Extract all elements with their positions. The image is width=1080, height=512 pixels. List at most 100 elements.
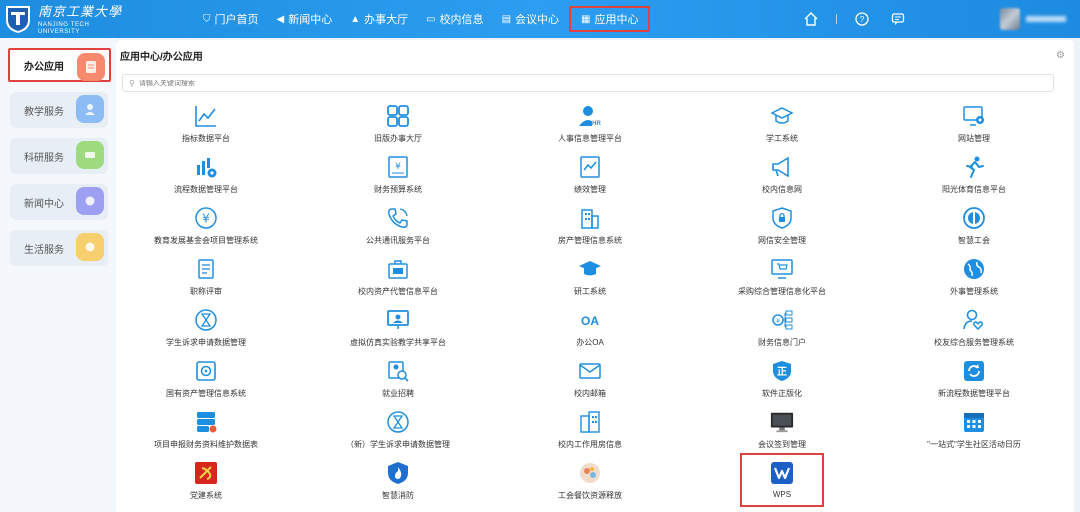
app-tile[interactable]: 项目申报财务资料维护数据表 — [116, 410, 296, 458]
sidebar-item-life[interactable]: 生活服务 — [10, 230, 108, 266]
doc-list-icon — [194, 257, 218, 281]
wps-icon — [770, 461, 794, 485]
app-tile[interactable]: 新流程数据管理平台 — [884, 359, 1064, 407]
nav-news-center[interactable]: ◀ 新闻中心 — [269, 6, 341, 32]
sidebar-item-label: 新闻中心 — [24, 198, 64, 210]
graduation-icon — [770, 104, 794, 128]
sidebar-item-office[interactable]: 办公应用 — [8, 48, 111, 82]
app-label: 外事管理系统 — [950, 287, 998, 296]
app-tile[interactable]: WPS — [740, 453, 824, 507]
app-label: 教育发展基金会项目管理系统 — [154, 236, 258, 245]
fire-shield-icon — [386, 461, 410, 485]
app-tile[interactable]: 校内邮箱 — [500, 359, 680, 407]
db-edit-icon — [194, 410, 218, 434]
logo-en-1: NANJING TECH — [38, 22, 90, 28]
nav-campus-info[interactable]: ▭ 校内信息 — [418, 6, 491, 32]
app-tile[interactable]: 职称评审 — [116, 257, 296, 305]
app-tile[interactable]: 网信安全管理 — [692, 206, 872, 254]
svg-text:正: 正 — [777, 366, 787, 378]
app-tile[interactable]: 绩效管理 — [500, 155, 680, 203]
sidebar-item-teaching[interactable]: 教学服务 — [10, 92, 108, 128]
app-label: 采购综合管理信息化平台 — [738, 287, 826, 296]
megaphone-icon — [770, 155, 794, 179]
chart-line-icon — [194, 104, 218, 128]
building-icon — [578, 206, 602, 230]
app-tile[interactable]: OA 办公OA — [500, 308, 680, 356]
app-tile[interactable]: 国有资产管理信息系统 — [116, 359, 296, 407]
feedback-icon[interactable] — [887, 8, 909, 30]
app-tile[interactable]: 正软件正版化 — [692, 359, 872, 407]
chart-doc-icon — [578, 155, 602, 179]
app-tile[interactable]: 流程数据管理平台 — [116, 155, 296, 203]
university-logo[interactable] — [4, 4, 32, 34]
app-tile[interactable]: 就业招聘 — [308, 359, 488, 407]
sidebar-item-news[interactable]: 新闻中心 — [10, 184, 108, 220]
sidebar-item-label: 办公应用 — [24, 61, 64, 73]
app-tile[interactable]: 学工系统 — [692, 104, 872, 152]
app-tile[interactable]: 虚拟仿真实验教学共享平台 — [308, 308, 488, 356]
search-input[interactable] — [138, 79, 439, 87]
app-label: 阳光体育信息平台 — [942, 185, 1006, 194]
yen-doc-icon: ¥ — [386, 155, 410, 179]
app-label: 职称评审 — [190, 287, 222, 296]
app-tile[interactable]: 智慧工会 — [884, 206, 1064, 254]
phone-icon — [386, 206, 410, 230]
app-tile[interactable]: 会议签到管理 — [692, 410, 872, 458]
app-tile[interactable]: ¥ 财务信息门户 — [692, 308, 872, 356]
app-tile[interactable]: 智慧消防 — [308, 461, 488, 509]
nav-app-center[interactable]: ▦ 应用中心 — [569, 6, 651, 32]
app-tile[interactable]: 指标数据平台 — [116, 104, 296, 152]
app-tile[interactable]: 校内工作用房信息 — [500, 410, 680, 458]
app-tile[interactable]: 校友综合服务管理系统 — [884, 308, 1064, 356]
app-tile[interactable]: 采购综合管理信息化平台 — [692, 257, 872, 305]
shield-icon: ⛉ — [203, 13, 211, 25]
avatar[interactable] — [1000, 8, 1020, 30]
svg-text:¥: ¥ — [202, 212, 210, 226]
app-tile[interactable]: 研工系统 — [500, 257, 680, 305]
app-tile[interactable]: 旧版办事大厅 — [308, 104, 488, 152]
app-label: 校内邮箱 — [574, 389, 606, 398]
app-tile[interactable]: 工会餐饮资源释放 — [500, 461, 680, 509]
nav-label: 门户首页 — [214, 14, 259, 26]
app-label: 绩效管理 — [574, 185, 606, 194]
app-tile[interactable]: 阳光体育信息平台 — [884, 155, 1064, 203]
help-icon[interactable]: ? — [851, 8, 873, 30]
monitor-gear-icon — [962, 104, 986, 128]
app-tile[interactable]: 党建系统 — [116, 461, 296, 509]
app-tile[interactable]: ¥ 教育发展基金会项目管理系统 — [116, 206, 296, 254]
app-label: 工会餐饮资源释放 — [558, 491, 622, 500]
app-label: 会议签到管理 — [758, 440, 806, 449]
user-profile[interactable] — [1000, 8, 1066, 30]
nav-meeting-center[interactable]: ▤ 会议中心 — [494, 6, 567, 32]
logo-en-2: UNIVERSITY — [38, 29, 81, 35]
app-label: 人事信息管理平台 — [558, 134, 622, 143]
app-tile[interactable]: HR 人事信息管理平台 — [500, 104, 680, 152]
settings-gear-icon[interactable]: ⚙ — [1056, 50, 1065, 61]
app-tile[interactable]: 网站管理 — [884, 104, 1064, 152]
sidebar-item-research[interactable]: 科研服务 — [10, 138, 108, 174]
top-navbar: 南京工業大學 NANJING TECH UNIVERSITY ⛉ 门户首页 ◀ … — [0, 0, 1080, 38]
app-tile[interactable]: 校内资产代管信息平台 — [308, 257, 488, 305]
app-tile[interactable]: 房产管理信息系统 — [500, 206, 680, 254]
app-tile[interactable]: 外事管理系统 — [884, 257, 1064, 305]
grid-icon — [386, 104, 410, 128]
nav-label: 应用中心 — [594, 14, 639, 26]
svg-text:?: ? — [860, 15, 865, 24]
search-bar[interactable]: ⚲ — [122, 74, 1054, 92]
app-label: （新）学生诉求申请数据管理 — [346, 440, 450, 449]
office-building-icon — [578, 410, 602, 434]
nav-portal-home[interactable]: ⛉ 门户首页 — [195, 6, 267, 32]
home-icon[interactable] — [800, 8, 822, 30]
app-tile[interactable]: （新）学生诉求申请数据管理 — [308, 410, 488, 458]
top-right-icons: ? — [800, 0, 923, 38]
app-tile[interactable]: ¥ 财务预算系统 — [308, 155, 488, 203]
app-tile[interactable]: "一站式"学生社区活动日历 — [884, 410, 1064, 458]
nav-service-hall[interactable]: ▲ 办事大厅 — [342, 6, 416, 32]
app-label: 指标数据平台 — [182, 134, 230, 143]
app-tile[interactable]: 校内信息网 — [692, 155, 872, 203]
calendar-icon — [962, 410, 986, 434]
app-tile[interactable]: 学生诉求申请数据管理 — [116, 308, 296, 356]
meeting-icon: ▤ — [501, 13, 512, 25]
app-tile[interactable]: 公共通讯服务平台 — [308, 206, 488, 254]
sidebar-item-label: 生活服务 — [24, 244, 64, 256]
